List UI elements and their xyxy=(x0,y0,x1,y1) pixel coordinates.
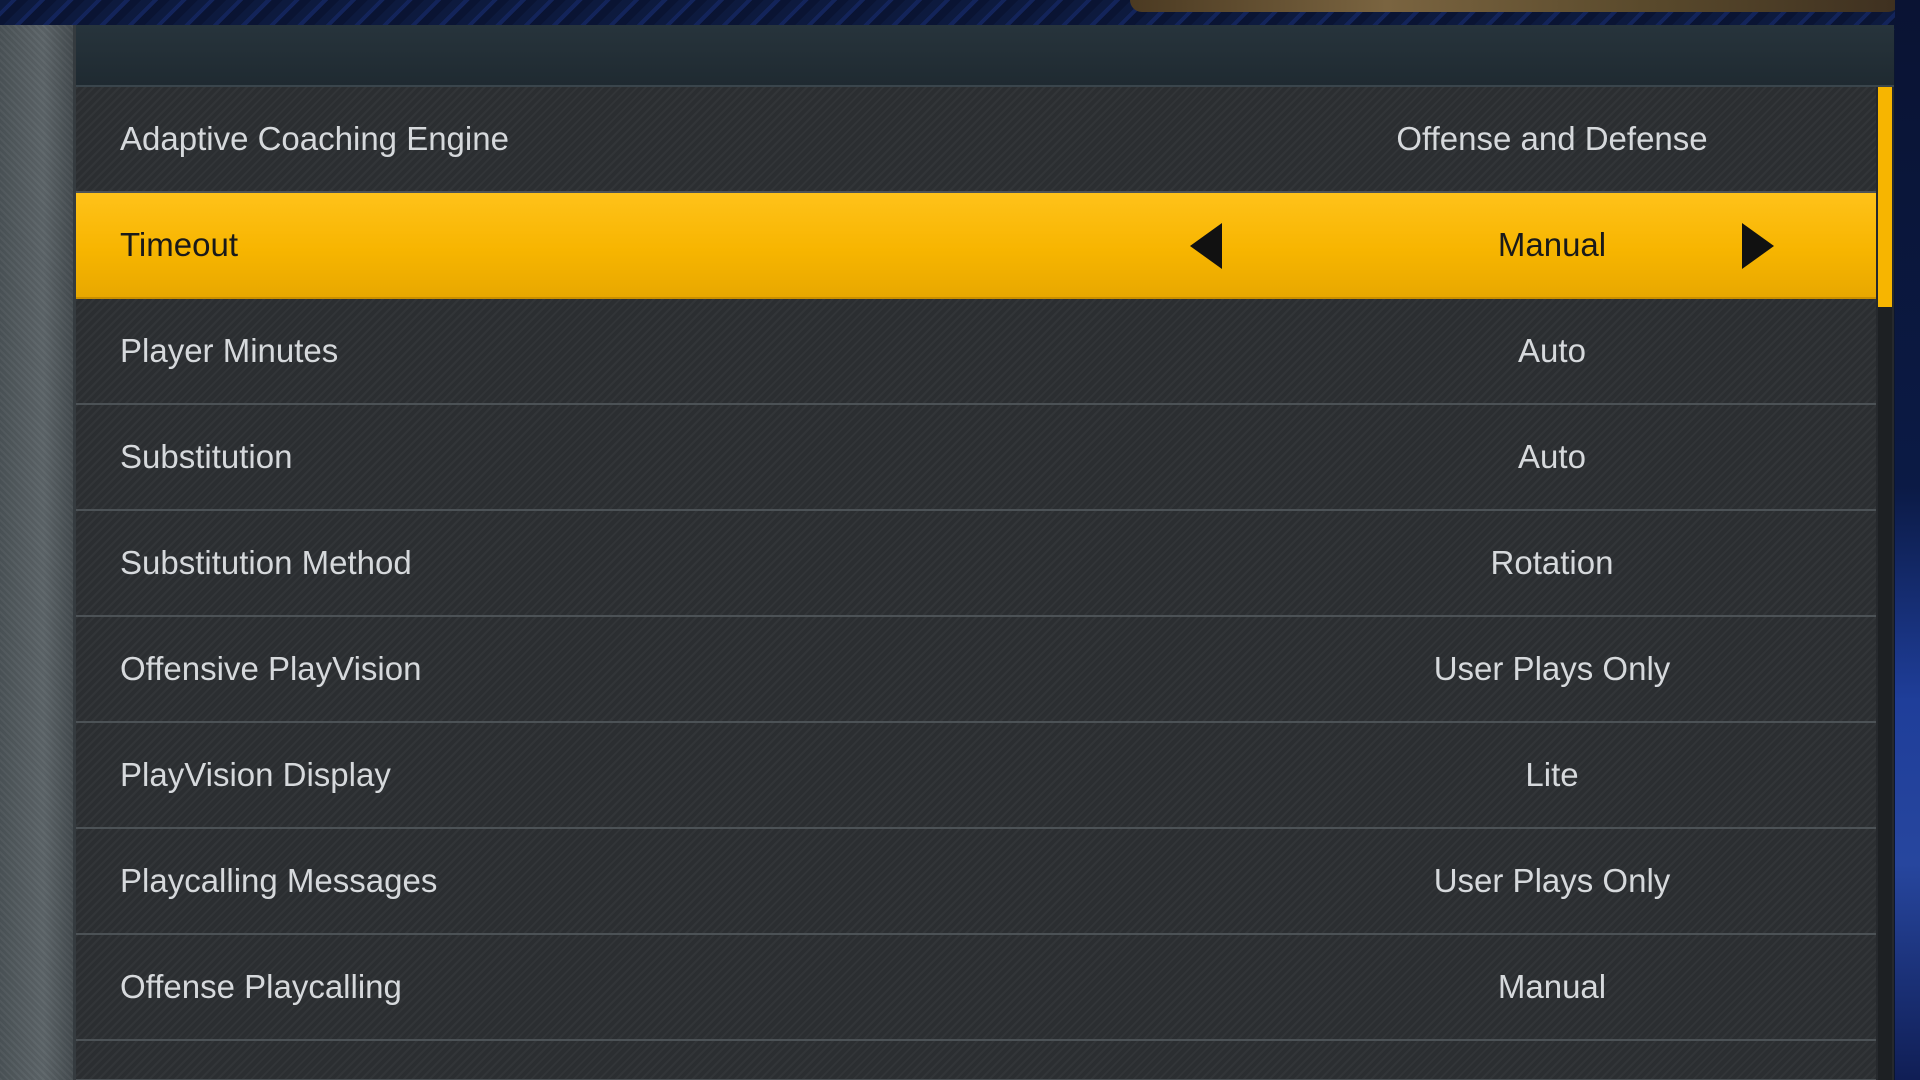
setting-row-substitution-method[interactable]: Substitution Method Rotation xyxy=(76,511,1876,617)
settings-panel-header xyxy=(76,25,1894,87)
settings-panel: Adaptive Coaching Engine Offense and Def… xyxy=(76,25,1894,1080)
setting-row-offense-playcalling[interactable]: Offense Playcalling Manual xyxy=(76,935,1876,1041)
setting-row-offensive-playvision[interactable]: Offensive PlayVision User Plays Only xyxy=(76,617,1876,723)
setting-value: User Plays Only xyxy=(1433,650,1671,687)
setting-value: User Plays Only xyxy=(1433,862,1671,899)
setting-label: Adaptive Coaching Engine xyxy=(120,120,509,157)
setting-row-playvision-display[interactable]: PlayVision Display Lite xyxy=(76,723,1876,829)
setting-row-adaptive-coaching-engine[interactable]: Adaptive Coaching Engine Offense and Def… xyxy=(76,87,1876,193)
scrollbar-thumb[interactable] xyxy=(1878,87,1892,307)
setting-value: Manual xyxy=(1497,968,1607,1005)
setting-label: Playcalling Messages xyxy=(120,862,438,899)
setting-label: Substitution xyxy=(120,438,293,475)
setting-row-player-minutes[interactable]: Player Minutes Auto xyxy=(76,299,1876,405)
caret-left-icon[interactable] xyxy=(1190,223,1222,269)
background-right-edge xyxy=(1895,0,1920,1080)
scrollbar[interactable] xyxy=(1878,87,1892,1080)
setting-label: Player Minutes xyxy=(120,332,339,369)
left-side-rail xyxy=(0,25,76,1080)
setting-value: Auto xyxy=(1518,438,1586,475)
setting-row-playcalling-messages[interactable]: Playcalling Messages User Plays Only xyxy=(76,829,1876,935)
caret-right-icon[interactable] xyxy=(1742,223,1774,269)
setting-label: Timeout xyxy=(120,226,238,263)
setting-label: PlayVision Display xyxy=(120,756,391,793)
setting-value: Auto xyxy=(1518,332,1586,369)
setting-value: Lite xyxy=(1525,756,1579,793)
setting-row-partial[interactable] xyxy=(76,1041,1876,1080)
setting-label: Offense Playcalling xyxy=(120,968,402,1005)
setting-row-substitution[interactable]: Substitution Auto xyxy=(76,405,1876,511)
setting-label: Substitution Method xyxy=(120,544,412,581)
setting-label: Offensive PlayVision xyxy=(120,650,422,687)
setting-value: Offense and Defense xyxy=(1396,120,1708,157)
setting-row-timeout[interactable]: Timeout Manual xyxy=(76,193,1876,299)
settings-list: Adaptive Coaching Engine Offense and Def… xyxy=(76,87,1876,1080)
setting-value: Rotation xyxy=(1490,544,1614,581)
background-top-ornament xyxy=(1130,0,1900,12)
game-settings-screen: Adaptive Coaching Engine Offense and Def… xyxy=(0,0,1920,1080)
